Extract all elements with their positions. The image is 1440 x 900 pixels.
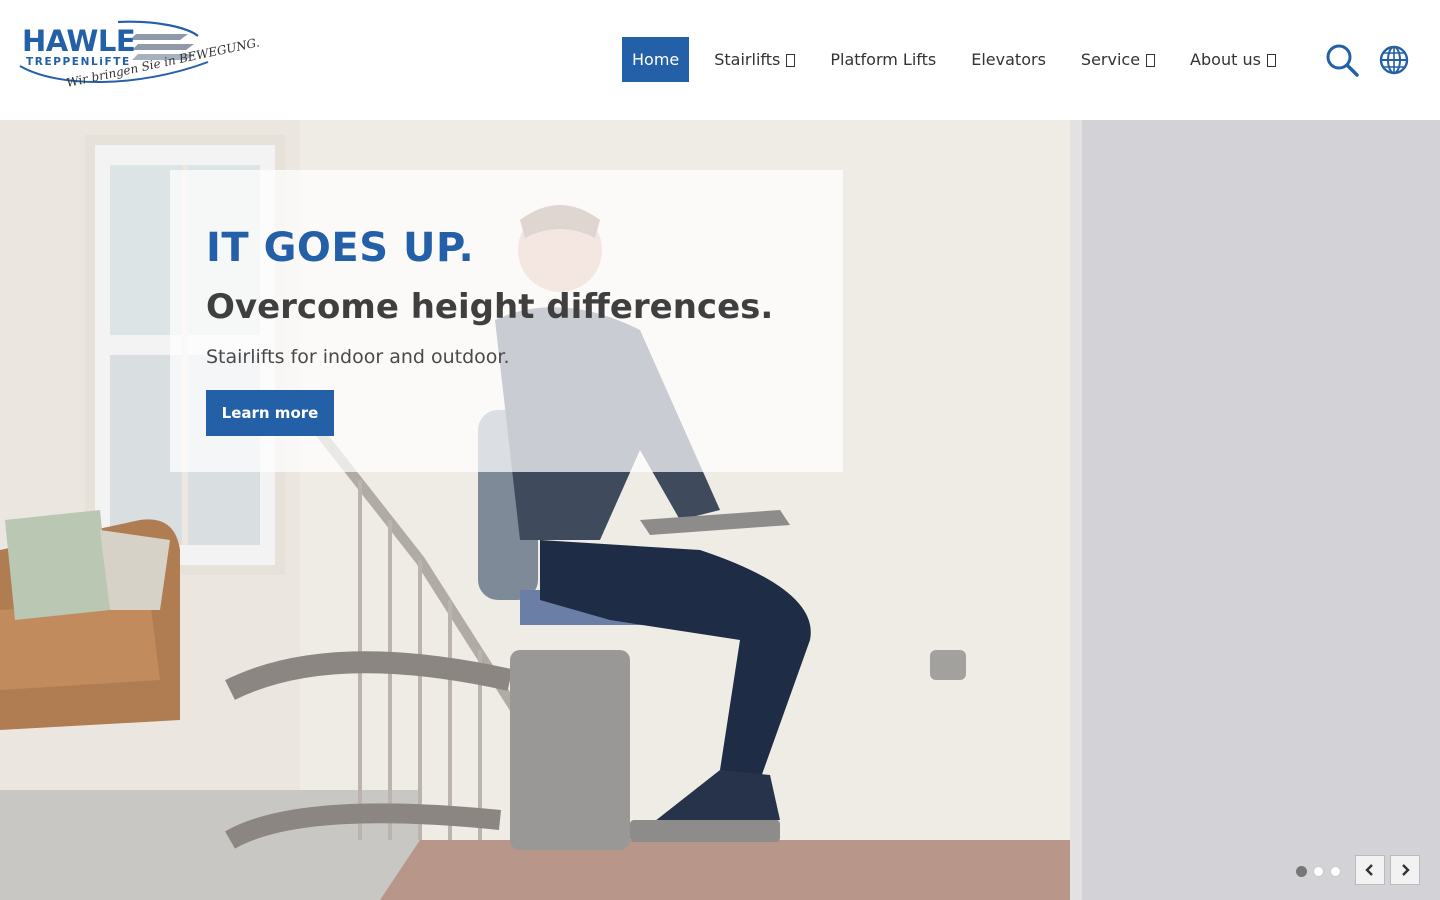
hawle-logo[interactable]: HAWLE TREPPENLiFTE Wir bringen Sie in BE…: [18, 18, 261, 102]
nav-item-home[interactable]: Home: [622, 37, 690, 82]
chevron-right-icon: [1402, 864, 1410, 876]
hero-lead-text: Stairlifts for indoor and outdoor.: [206, 346, 510, 368]
slider-prev-button[interactable]: [1355, 855, 1385, 885]
nav-item-elevators[interactable]: Elevators: [961, 37, 1056, 82]
nav-item-label: Home: [632, 50, 680, 69]
learn-more-button[interactable]: Learn more: [206, 390, 334, 436]
slider-dot-1[interactable]: [1296, 866, 1307, 877]
dropdown-caret-icon: [786, 54, 796, 67]
nav-item-label: Platform Lifts: [830, 50, 937, 69]
dropdown-caret-icon: [1266, 54, 1276, 67]
nav-item-platform-lifts[interactable]: Platform Lifts: [820, 37, 946, 82]
main-nav: Home Stairlifts Platform Lifts Elevators…: [622, 37, 1301, 82]
nav-item-label: Elevators: [971, 50, 1046, 69]
slider-next-button[interactable]: [1390, 855, 1420, 885]
slider-dot-3[interactable]: [1330, 866, 1341, 877]
hero-headline: IT GOES UP.: [206, 225, 475, 271]
nav-item-stairlifts[interactable]: Stairlifts: [704, 37, 805, 82]
nav-item-label: Stairlifts: [714, 50, 781, 69]
hero-caption-panel: IT GOES UP. Overcome height differences.…: [170, 170, 843, 472]
site-header: HAWLE TREPPENLiFTE Wir bringen Sie in BE…: [0, 0, 1440, 120]
hero-subheadline: Overcome height differences.: [206, 287, 774, 327]
logo-brand-text: HAWLE: [22, 24, 136, 58]
slider-dot-2[interactable]: [1313, 866, 1324, 877]
nav-item-about-us[interactable]: About us: [1180, 37, 1286, 82]
nav-item-service[interactable]: Service: [1071, 37, 1165, 82]
slider-pagination: [1296, 866, 1347, 877]
hero-slider: IT GOES UP. Overcome height differences.…: [0, 120, 1440, 900]
nav-item-label: About us: [1190, 50, 1261, 69]
globe-icon[interactable]: [1377, 43, 1413, 79]
dropdown-caret-icon: [1146, 54, 1156, 67]
nav-item-label: Service: [1080, 50, 1141, 69]
chevron-left-icon: [1365, 864, 1373, 876]
search-icon[interactable]: [1324, 42, 1360, 78]
